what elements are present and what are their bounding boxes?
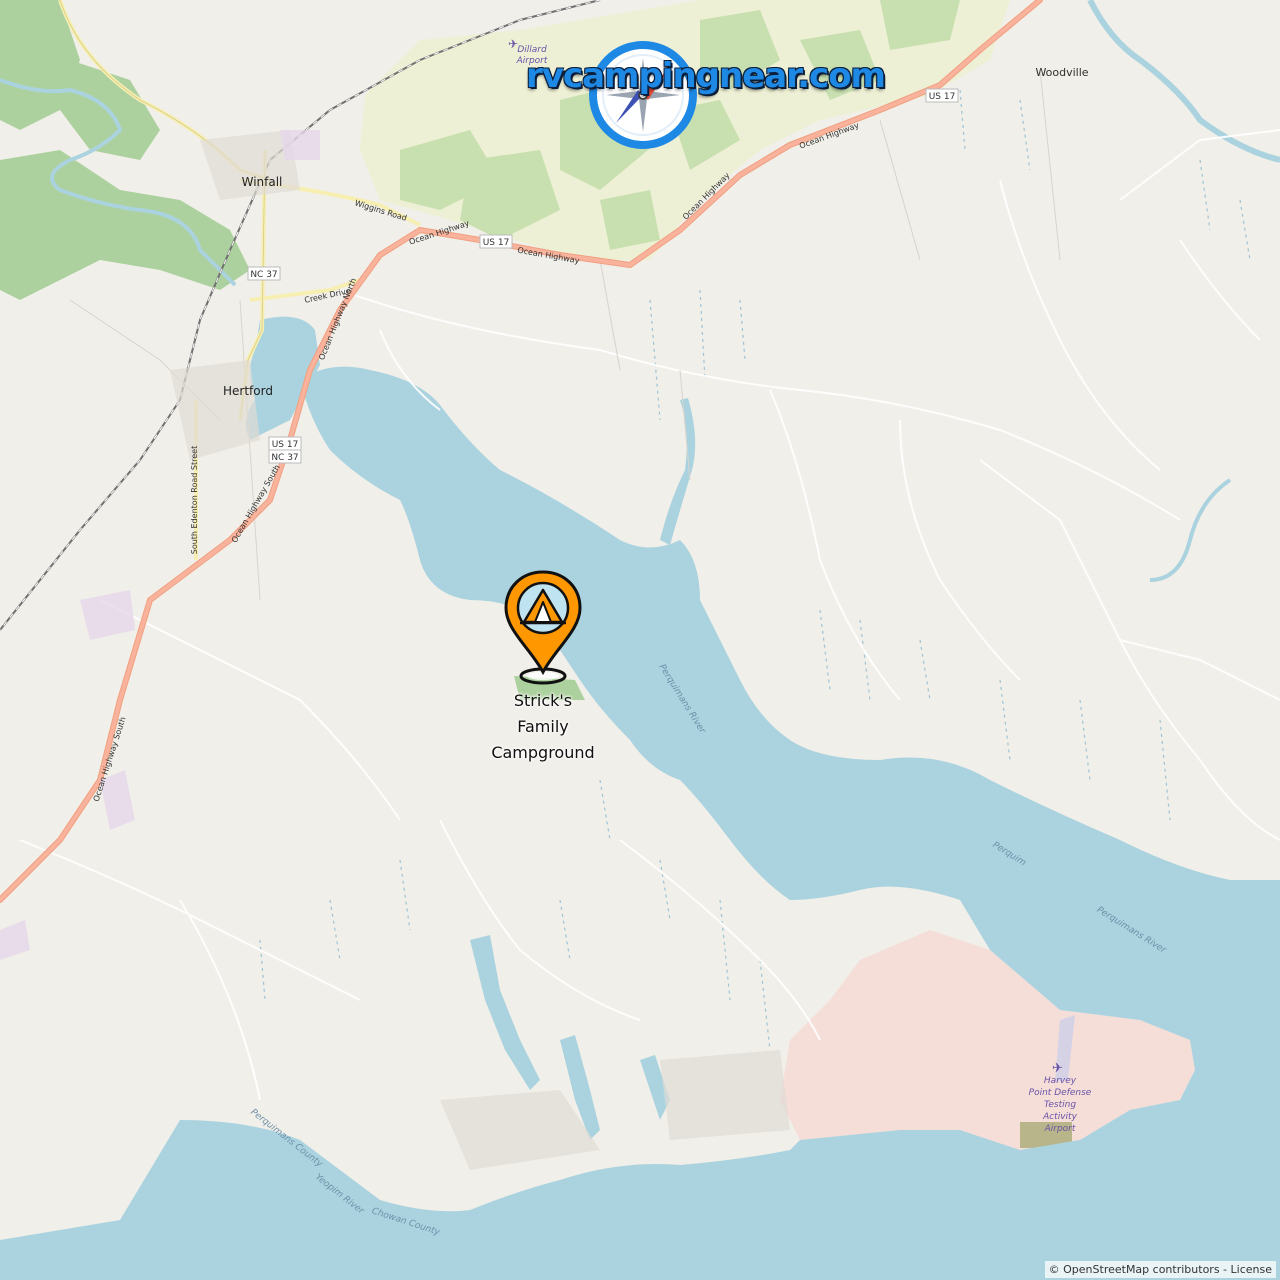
shield-us17-c: US 17 [268, 436, 302, 451]
svg-text:NC 37: NC 37 [250, 270, 277, 280]
osm-contributors-link[interactable]: OpenStreetMap contributors [1063, 1263, 1219, 1276]
svg-text:NC 37: NC 37 [271, 453, 298, 463]
road-label-south-edenton: South Edenton Road Street [190, 446, 199, 555]
airplane-icon: ✈ [1052, 1061, 1063, 1076]
map-layer: Winfall Hertford Woodville Wiggins Road … [0, 0, 1280, 1280]
svg-text:Airport: Airport [1044, 1124, 1076, 1134]
brand-title[interactable]: rvcampingnear.com [526, 56, 886, 96]
copyright-symbol: © [1048, 1263, 1060, 1276]
map-attribution: © OpenStreetMap contributors - License [1044, 1261, 1276, 1278]
place-label-woodville: Woodville [1035, 66, 1088, 79]
svg-text:Point Defense: Point Defense [1029, 1088, 1092, 1098]
campground-name[interactable]: Strick's Family Campground [470, 688, 616, 766]
campground-name-line-3: Campground [491, 743, 595, 762]
tent-icon [516, 581, 570, 635]
attribution-separator: - [1219, 1263, 1231, 1276]
shield-us17-b: US 17 [479, 234, 513, 249]
svg-text:US 17: US 17 [272, 440, 299, 450]
place-label-winfall: Winfall [242, 175, 283, 189]
campground-name-line-1: Strick's [513, 691, 573, 710]
map-canvas[interactable]: Winfall Hertford Woodville Wiggins Road … [0, 0, 1280, 1280]
shield-nc37-b: NC 37 [268, 449, 302, 464]
place-label-hertford: Hertford [223, 384, 273, 398]
svg-text:US 17: US 17 [929, 92, 956, 102]
svg-text:US 17: US 17 [483, 238, 510, 248]
svg-text:Harvey: Harvey [1044, 1076, 1077, 1086]
campground-name-line-2: Family [517, 717, 569, 736]
campground-marker[interactable] [500, 568, 586, 686]
shield-us17-a: US 17 [925, 88, 959, 103]
svg-text:Activity: Activity [1042, 1112, 1077, 1122]
license-link[interactable]: License [1231, 1263, 1272, 1276]
shield-nc37-a: NC 37 [247, 266, 281, 281]
svg-text:Testing: Testing [1044, 1100, 1076, 1110]
